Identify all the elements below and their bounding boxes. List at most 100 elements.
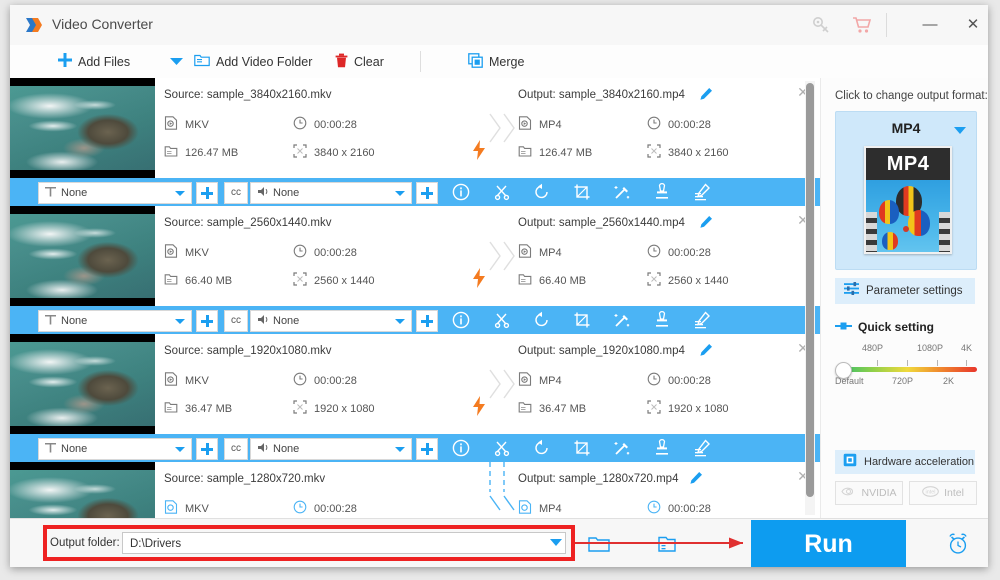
audio-select[interactable]: None (250, 310, 412, 332)
add-subtitle-button[interactable] (196, 182, 218, 204)
file-video-icon (518, 500, 532, 517)
run-button[interactable]: Run (751, 520, 906, 567)
crop-icon[interactable] (572, 438, 592, 458)
close-button[interactable]: ✕ (954, 13, 988, 37)
pencil-icon[interactable] (699, 87, 713, 101)
speaker-icon (257, 440, 271, 458)
add-audio-button[interactable] (416, 182, 438, 204)
key-icon[interactable] (810, 14, 834, 36)
output-format: MP4 (518, 372, 562, 389)
info-icon[interactable] (451, 182, 471, 202)
output-info: Output: sample_2560x1440.mp4 MP4 00:00:2… (510, 206, 810, 306)
intel-button[interactable]: intel Intel (909, 481, 977, 505)
rotate-icon[interactable] (532, 182, 552, 202)
add-files-dropdown-button[interactable] (170, 45, 183, 78)
hardware-acceleration-label: Hardware acceleration (864, 456, 975, 468)
chip-icon (843, 453, 857, 472)
audio-select[interactable]: None (250, 182, 412, 204)
subtitle-select[interactable]: None (38, 438, 192, 460)
alarm-clock-icon[interactable] (945, 532, 971, 556)
edit-pencil-icon[interactable] (692, 310, 712, 330)
add-files-button[interactable]: Add Files (58, 45, 130, 78)
video-row[interactable]: Source: sample_1920x1080.mkv MKV 00:00:2… (10, 334, 820, 434)
add-video-folder-label: Add Video Folder (216, 54, 313, 69)
file-size-icon (164, 272, 178, 289)
folder-browse-icon[interactable] (658, 535, 680, 558)
watermark-stamp-icon[interactable] (652, 438, 672, 458)
crop-icon[interactable] (572, 182, 592, 202)
info-icon[interactable] (451, 310, 471, 330)
svg-text:intel: intel (926, 490, 936, 496)
video-row[interactable]: Source: sample_2560x1440.mkv MKV 00:00:2… (10, 206, 820, 306)
rotate-icon[interactable] (532, 438, 552, 458)
video-row[interactable]: Source: sample_3840x2160.mkv MKV 00:00:2… (10, 78, 820, 178)
slider-label-default: Default (835, 376, 864, 386)
resize-icon (293, 272, 307, 289)
audio-select[interactable]: None (250, 438, 412, 460)
slider-track[interactable] (843, 367, 977, 372)
edit-pencil-icon[interactable] (692, 438, 712, 458)
list-scrollbar-thumb[interactable] (806, 83, 814, 497)
effects-wand-icon[interactable] (612, 182, 632, 202)
scissors-cut-icon[interactable] (492, 438, 512, 458)
pencil-icon[interactable] (699, 343, 713, 357)
source-info: Source: sample_1280x720.mkv MKV 00:00:28 (156, 462, 486, 518)
output-filename: Output: sample_3840x2160.mp4 (518, 89, 685, 101)
minimize-button[interactable]: — (911, 13, 949, 37)
watermark-stamp-icon[interactable] (652, 310, 672, 330)
video-thumbnail[interactable] (10, 206, 155, 306)
scissors-cut-icon[interactable] (492, 310, 512, 330)
source-info: Source: sample_2560x1440.mkv MKV 00:00:2… (156, 206, 486, 306)
closed-caption-button[interactable]: cc (224, 438, 248, 460)
subtitle-select[interactable]: None (38, 182, 192, 204)
info-icon[interactable] (451, 438, 471, 458)
title-bar: Video Converter — ✕ (10, 5, 988, 46)
subtitle-value: None (61, 315, 88, 327)
video-thumbnail[interactable] (10, 78, 155, 178)
video-thumbnail[interactable] (10, 334, 155, 434)
subtitle-select[interactable]: None (38, 310, 192, 332)
add-video-folder-button[interactable]: Add Video Folder (194, 45, 312, 78)
watermark-stamp-icon[interactable] (652, 182, 672, 202)
output-folder-input[interactable]: D:\Drivers (122, 532, 566, 554)
cart-icon[interactable] (850, 14, 874, 36)
edit-pencil-icon[interactable] (692, 182, 712, 202)
quick-setting-header: Quick setting (835, 318, 934, 336)
video-row[interactable]: Source: sample_1280x720.mkv MKV 00:00:28… (10, 462, 820, 518)
effects-wand-icon[interactable] (612, 310, 632, 330)
effects-wand-icon[interactable] (612, 438, 632, 458)
resize-icon (293, 144, 307, 161)
clear-button[interactable]: Clear (335, 45, 384, 78)
merge-button[interactable]: Merge (468, 45, 524, 78)
video-list[interactable]: Source: sample_3840x2160.mkv MKV 00:00:2… (10, 78, 821, 518)
add-subtitle-button[interactable] (196, 438, 218, 460)
pencil-icon[interactable] (689, 471, 703, 485)
subtitle-t-icon (45, 440, 56, 458)
output-format-card[interactable]: MP4 MP4 (835, 111, 977, 270)
add-subtitle-button[interactable] (196, 310, 218, 332)
clear-label: Clear (354, 54, 384, 69)
add-audio-button[interactable] (416, 438, 438, 460)
source-filename: Source: sample_3840x2160.mkv (164, 89, 332, 101)
chevron-down-icon (395, 319, 405, 324)
closed-caption-button[interactable]: cc (224, 182, 248, 204)
pencil-icon[interactable] (699, 215, 713, 229)
add-audio-button[interactable] (416, 310, 438, 332)
closed-caption-button[interactable]: cc (224, 310, 248, 332)
crop-icon[interactable] (572, 310, 592, 330)
source-format: MKV (164, 500, 209, 517)
parameter-settings-button[interactable]: Parameter settings (835, 278, 975, 304)
clock-icon (293, 116, 307, 133)
scissors-cut-icon[interactable] (492, 182, 512, 202)
edit-strip: None cc None (10, 178, 820, 206)
nvidia-button[interactable]: NVIDIA (835, 481, 903, 505)
video-thumbnail[interactable] (10, 462, 155, 518)
chevron-down-icon[interactable] (550, 539, 562, 546)
rotate-icon[interactable] (532, 310, 552, 330)
source-info: Source: sample_1920x1080.mkv MKV 00:00:2… (156, 334, 486, 434)
quality-slider[interactable]: 480P 1080P 4K Default 720P 2K (835, 343, 977, 403)
output-filename: Output: sample_1280x720.mp4 (518, 473, 679, 485)
chevron-down-icon[interactable] (954, 127, 966, 134)
hardware-acceleration-button[interactable]: Hardware acceleration (835, 450, 975, 474)
folder-open-icon[interactable] (588, 535, 610, 558)
